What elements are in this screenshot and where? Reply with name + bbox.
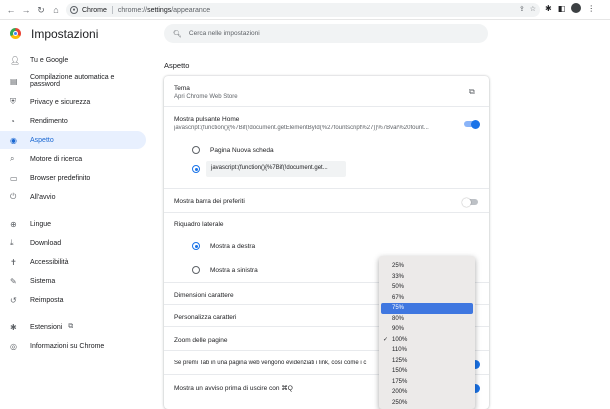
search-placeholder: Cerca nelle impostazioni <box>188 30 260 37</box>
accessibility-icon: ✝ <box>10 257 17 267</box>
home-button-row: Mostra pulsante Home javascript:(functio… <box>164 106 489 134</box>
sidebar-item-you-and-google[interactable]: 👤︎ Tu e Google <box>0 51 146 69</box>
browser-icon: ▭ <box>10 173 18 183</box>
palette-icon: ◉ <box>10 135 17 145</box>
chrome-icon: ◎ <box>10 341 17 351</box>
person-icon: 👤︎ <box>10 55 21 65</box>
sidebar-item-about-chrome[interactable]: ◎ Informazioni su Chrome <box>0 337 146 355</box>
url-path: settings <box>147 6 172 14</box>
theme-title: Tema <box>174 85 190 92</box>
sidebar-item-privacy[interactable]: ⛨ Privacy e sicurezza <box>0 93 146 111</box>
url-separator <box>111 6 113 14</box>
sidebar-item-accessibility[interactable]: ✝ Accessibilità <box>0 253 146 271</box>
reset-icon: ↺ <box>10 295 17 305</box>
side-panel-title: Riquadro laterale <box>174 221 224 228</box>
custom-home-url-input[interactable]: javascript:(function(){%7Bif(!document.g… <box>206 161 346 177</box>
sidebar-item-system[interactable]: ✎ Sistema <box>0 272 146 290</box>
customize-fonts-title: Personalizza caratteri <box>174 314 237 321</box>
radio-show-right[interactable] <box>192 242 200 250</box>
theme-subtitle: Apri Chrome Web Store <box>174 94 238 100</box>
wrench-icon: ✎ <box>10 276 17 286</box>
back-icon[interactable]: ← <box>5 3 17 17</box>
url-rest: /appearance <box>171 6 211 14</box>
radio-show-right-label: Mostra a destra <box>210 243 256 250</box>
url-host: chrome:// <box>117 6 148 14</box>
radio-show-left-label: Mostra a sinistra <box>210 267 258 274</box>
sidebar-item-extensions[interactable]: ✱ Estensioni ⧉ <box>0 318 146 336</box>
address-bar[interactable]: ● Chrome chrome://settings/appearance ⇪ … <box>66 3 540 17</box>
bookmark-star-icon[interactable]: ☆ <box>530 5 536 13</box>
radio-new-tab[interactable] <box>192 146 200 154</box>
side-panel-row: Riquadro laterale <box>164 212 489 234</box>
home-button-title: Mostra pulsante Home <box>174 116 240 123</box>
zoom-option[interactable]: 50% <box>379 282 475 293</box>
zoom-option[interactable]: 150% <box>379 366 475 377</box>
sidebar-item-autofill[interactable]: ▤ Compilazione automatica e password <box>0 72 146 90</box>
globe-icon: ⊕ <box>10 219 17 229</box>
theme-row[interactable]: Tema Apri Chrome Web Store ⧉ <box>164 76 489 106</box>
search-icon: ⌕ <box>10 154 15 163</box>
bookmarks-bar-toggle[interactable] <box>462 197 478 207</box>
radio-new-tab-label: Pagina Nuova scheda <box>210 147 274 154</box>
sidebar-item-on-startup[interactable]: ⏻ All'avvio <box>0 188 146 206</box>
url-chip: Chrome <box>82 6 107 14</box>
home-button-url: javascript:(function(){%7Bif(!document.g… <box>174 125 429 131</box>
home-icon[interactable]: ⌂ <box>50 3 62 17</box>
puzzle-icon: ✱ <box>10 322 17 332</box>
menu-kebab-icon[interactable]: ⋮ <box>587 4 595 13</box>
tab-links-title: Se premi Tab in una pagina web vengono e… <box>174 360 367 366</box>
sidebar-item-search-engine[interactable]: ⌕ Motore di ricerca <box>0 150 146 168</box>
zoom-option[interactable]: 200% <box>379 387 475 398</box>
extensions-puzzle-icon[interactable]: ✱ <box>545 4 552 13</box>
url-text: chrome://settings/appearance <box>118 7 210 14</box>
zoom-option[interactable]: 67% <box>379 293 475 304</box>
zoom-option[interactable]: 33% <box>379 272 475 283</box>
zoom-option[interactable]: 175% <box>379 377 475 388</box>
sidebar-item-performance[interactable]: ◔ Rendimento <box>0 112 146 130</box>
side-panel-icon[interactable]: ◧ <box>558 4 566 13</box>
zoom-option[interactable]: 75% <box>381 303 473 314</box>
shield-icon: ⛨ <box>10 97 16 106</box>
power-icon: ⏻ <box>10 192 17 201</box>
external-link-icon: ⧉ <box>68 323 74 330</box>
zoom-option[interactable]: 110% <box>379 345 475 356</box>
reload-icon[interactable]: ↻ <box>35 3 47 17</box>
share-icon[interactable]: ⇪ <box>519 5 525 13</box>
radio-show-left[interactable] <box>192 266 200 274</box>
sidebar-item-default-browser[interactable]: ▭ Browser predefinito <box>0 169 146 187</box>
sidebar-item-languages[interactable]: ⊕ Lingue <box>0 215 146 233</box>
bookmarks-bar-row[interactable]: Mostra barra dei preferiti <box>164 188 489 212</box>
search-icon: 🔍︎ <box>173 30 182 38</box>
clipboard-icon: ▤ <box>10 76 18 86</box>
open-in-new-icon[interactable]: ⧉ <box>469 87 475 97</box>
section-title: Aspetto <box>164 61 190 70</box>
zoom-option[interactable]: 125% <box>379 356 475 367</box>
settings-header: Impostazioni 🔍︎ Cerca nelle impostazioni <box>0 21 610 47</box>
zoom-option[interactable]: ✓ 100% <box>379 335 475 346</box>
bookmarks-bar-title: Mostra barra dei preferiti <box>174 198 245 205</box>
home-button-toggle[interactable] <box>464 119 480 129</box>
check-icon: ✓ <box>383 336 389 343</box>
radio-custom-url[interactable] <box>192 165 200 173</box>
chrome-logo-icon: ● <box>70 6 78 14</box>
quit-warning-title: Mostra un avviso prima di uscire con ⌘Q <box>174 385 293 392</box>
sidebar-item-reset[interactable]: ↺ Reimposta <box>0 291 146 309</box>
speedometer-icon: ◔ <box>10 116 15 126</box>
download-icon: ⤓ <box>10 238 14 247</box>
forward-icon[interactable]: → <box>20 3 32 17</box>
page-title: Impostazioni <box>31 27 99 41</box>
sidebar-item-appearance[interactable]: ◉ Aspetto <box>0 131 146 149</box>
font-size-title: Dimensioni carattere <box>174 292 234 299</box>
sidebar-item-downloads[interactable]: ⤓ Download <box>0 234 146 252</box>
zoom-option[interactable]: 90% <box>379 324 475 335</box>
chrome-logo-icon <box>10 28 21 39</box>
browser-toolbar: ← → ↻ ⌂ ● Chrome chrome://settings/appea… <box>0 0 610 20</box>
avatar[interactable] <box>571 3 582 13</box>
zoom-dropdown-menu[interactable]: 25% 33% 50% 67% 75% 80% 90% ✓ 100% 110% 1… <box>379 256 475 409</box>
settings-search-input[interactable]: 🔍︎ Cerca nelle impostazioni <box>164 24 488 43</box>
zoom-option[interactable]: 80% <box>379 314 475 325</box>
zoom-option[interactable]: 250% <box>379 398 475 409</box>
page-zoom-title: Zoom delle pagine <box>174 337 228 344</box>
zoom-option[interactable]: 25% <box>379 261 475 272</box>
